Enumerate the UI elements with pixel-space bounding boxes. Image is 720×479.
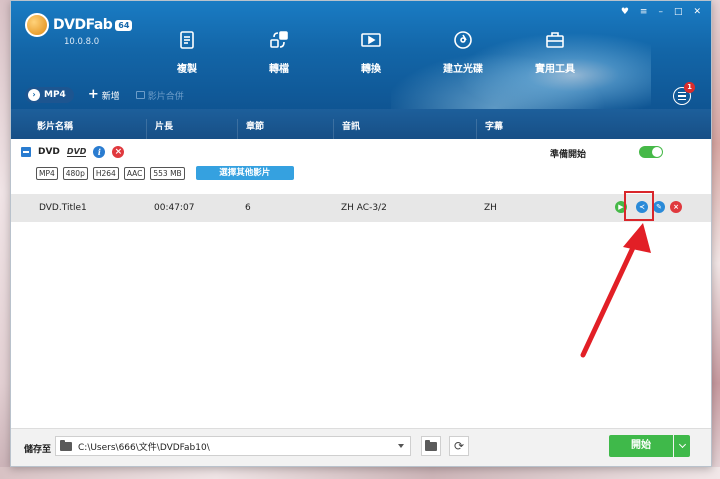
nav-ripper-label: 轉檔 [269, 64, 289, 75]
resolution-tag: 480p [62, 166, 88, 180]
table-header: 影片名稱 片長 章節 音訊 字幕 [11, 109, 711, 139]
maximize-icon[interactable]: □ [674, 7, 683, 17]
annotation-arrow [580, 223, 651, 358]
merge-videos-button[interactable]: 影片合併 [135, 89, 184, 102]
output-path-text: C:\Users\666\文件\DVDFab10\ [78, 442, 210, 453]
save-to-label: 儲存至 [24, 445, 52, 455]
column-audio: 音訊 [333, 119, 360, 139]
favorite-icon[interactable]: ♥ [621, 7, 629, 17]
merge-icon [135, 91, 145, 99]
title-chapters: 6 [245, 203, 251, 213]
desktop-background-bottom [0, 467, 720, 479]
arrow-right-icon: › [28, 89, 40, 101]
column-subtitle: 字幕 [476, 119, 503, 139]
nav-converter-label: 轉換 [361, 64, 381, 75]
app-window: DVDFab 64 10.0.8.0 ♥ ≡ – □ ✕ 複製 轉檔 轉換 建立… [10, 0, 712, 467]
creator-icon [454, 31, 472, 49]
source-type: DVD [38, 147, 60, 157]
title-audio[interactable]: ZH AC-3/2 [341, 203, 387, 213]
refresh-button[interactable]: ⟳ [449, 436, 469, 456]
profile-mode-label: MP4 [44, 90, 66, 100]
task-queue-button[interactable]: 1 [673, 82, 695, 105]
output-path-select[interactable]: C:\Users\666\文件\DVDFab10\ [55, 436, 411, 456]
video-codec-tag: H264 [92, 166, 119, 180]
dvdfab-logo-icon [25, 13, 49, 37]
chevron-down-icon [678, 440, 686, 449]
add-button[interactable]: + 新增 [87, 87, 120, 102]
notification-badge: 1 [684, 82, 695, 93]
settings-menu-icon[interactable]: ≡ [640, 7, 648, 17]
chevron-down-icon [398, 444, 404, 448]
start-options-dropdown[interactable] [674, 435, 690, 457]
size-tag: 553 MB [150, 166, 185, 180]
toolbox-icon [546, 32, 564, 48]
nav-toolbox-label: 實用工具 [535, 64, 575, 75]
refresh-icon: ⟳ [453, 439, 465, 453]
edit-icon[interactable]: ✎ [653, 201, 665, 213]
nav-ripper[interactable]: 轉檔 [233, 29, 325, 75]
title-duration: 00:47:07 [154, 203, 195, 213]
minimize-icon[interactable]: – [658, 7, 663, 17]
column-chapters: 章節 [237, 119, 264, 139]
delete-icon[interactable]: × [670, 201, 682, 213]
app-version: 10.0.8.0 [64, 37, 100, 47]
footer: 儲存至 C:\Users\666\文件\DVDFab10\ ⟳ 開始 [11, 428, 711, 466]
plus-icon: + [87, 87, 99, 102]
copy-icon [180, 31, 194, 49]
enable-toggle[interactable] [639, 146, 663, 158]
sub-toolbar: › MP4 + 新增 影片合併 [25, 87, 184, 103]
desktop-background-left [0, 0, 10, 479]
column-duration: 片長 [146, 119, 173, 139]
app-name: DVDFab [53, 17, 113, 33]
audio-codec-tag: AAC [123, 166, 146, 180]
header: DVDFab 64 10.0.8.0 ♥ ≡ – □ ✕ 複製 轉檔 轉換 建立… [11, 1, 711, 109]
format-tag: MP4 [36, 166, 58, 180]
source-row: DVD DVD i × MP4 480p H264 AAC 553 MB 選擇其… [11, 139, 711, 186]
nav-copy-label: 複製 [177, 64, 197, 75]
close-icon[interactable]: ✕ [693, 7, 701, 17]
app-logo: DVDFab 64 [25, 13, 133, 37]
choose-other-titles-button[interactable]: 選擇其他影片 [195, 166, 294, 180]
collapse-toggle[interactable] [21, 147, 31, 157]
folder-open-icon [425, 439, 437, 451]
window-controls: ♥ ≡ – □ ✕ [621, 7, 701, 17]
ripper-icon [270, 31, 288, 48]
merge-label: 影片合併 [147, 91, 184, 102]
remove-source-icon[interactable]: × [112, 146, 125, 158]
add-label: 新增 [101, 91, 120, 102]
nav-copy[interactable]: 複製 [141, 29, 233, 75]
profile-mode-button[interactable]: › MP4 [25, 87, 74, 103]
status-label: 準備開始 [550, 150, 587, 160]
nav-creator-label: 建立光碟 [443, 64, 483, 75]
main-nav: 複製 轉檔 轉換 建立光碟 實用工具 [141, 29, 601, 75]
folder-icon [60, 439, 72, 451]
browse-folder-button[interactable] [421, 436, 441, 456]
title-subtitle[interactable]: ZH [484, 203, 497, 213]
nav-converter[interactable]: 轉換 [325, 29, 417, 75]
start-button[interactable]: 開始 [609, 435, 673, 457]
nav-toolbox[interactable]: 實用工具 [509, 29, 601, 75]
nav-creator[interactable]: 建立光碟 [417, 29, 509, 75]
edition-badge: 64 [115, 19, 133, 31]
info-icon[interactable]: i [93, 146, 106, 158]
converter-icon [361, 33, 381, 47]
title-name: DVD.Title1 [39, 203, 87, 213]
column-title: 影片名稱 [37, 122, 74, 132]
dvd-logo-icon: DVD [66, 146, 87, 157]
